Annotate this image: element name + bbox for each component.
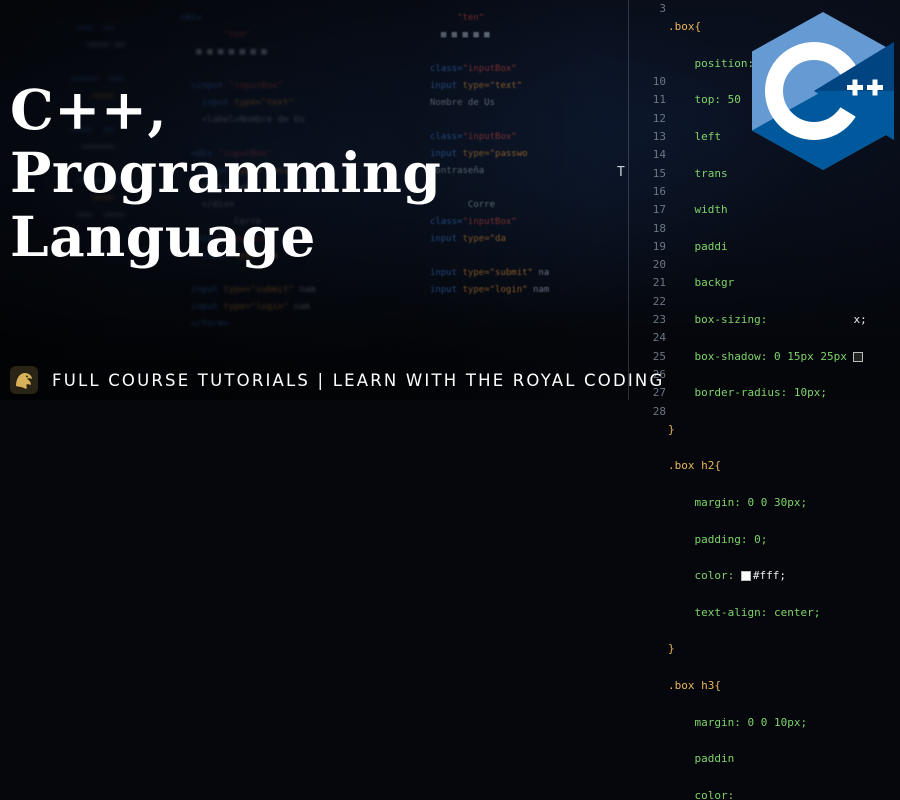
title-line-1: C++,	[10, 77, 168, 142]
code-line: .box{	[668, 20, 702, 34]
line-number: 25	[652, 349, 666, 363]
footer-tagline: FULL COURSE TUTORIALS | LEARN WITH THE R…	[52, 371, 665, 390]
line-number: 14	[652, 148, 666, 162]
code-line: trans	[694, 166, 728, 180]
cpp-logo-icon	[752, 12, 894, 170]
code-line: left	[694, 130, 722, 144]
line-number: 10	[652, 75, 666, 89]
cursor-letter: T	[617, 165, 625, 180]
code-line: box-sizing:	[694, 313, 768, 327]
code-line: padding: 0;	[694, 532, 768, 546]
code-line: .box h2{	[668, 459, 721, 473]
title-line-2: Programming	[10, 140, 442, 206]
line-number: 28	[652, 404, 666, 418]
line-number: 24	[652, 331, 666, 345]
line-number: 23	[652, 313, 666, 327]
page-title: C++, Programming Language	[10, 78, 441, 268]
line-number: 20	[652, 258, 666, 272]
line-number: 15	[652, 166, 666, 180]
line-number: 13	[652, 130, 666, 144]
line-number: 3	[659, 2, 666, 15]
line-numbers: 3 10 11 12 13 14 15 16 17 18 19 20 21 22…	[640, 0, 666, 421]
code-line: paddi	[694, 239, 728, 253]
line-number: 16	[652, 184, 666, 198]
line-number	[640, 18, 666, 36]
code-line: margin: 0 0 10px;	[694, 715, 808, 729]
lion-crest-icon	[10, 366, 38, 394]
line-number	[640, 37, 666, 55]
line-number: 19	[652, 239, 666, 253]
code-line: margin: 0 0 30px;	[694, 496, 808, 510]
line-number: 11	[652, 93, 666, 107]
color-swatch	[740, 571, 751, 582]
code-line: color:	[694, 569, 735, 583]
line-number	[640, 55, 666, 73]
code-line: color:	[694, 788, 735, 800]
code-line: backgr	[694, 276, 735, 290]
code-line: .box h3{	[668, 678, 721, 692]
line-number: 21	[652, 276, 666, 290]
code-line: box-shadow: 0 15px 25px	[694, 349, 847, 363]
title-line-3: Language	[10, 203, 316, 269]
code-line: border-radius: 10px;	[694, 386, 827, 400]
line-number: 17	[652, 203, 666, 217]
code-line: paddin	[694, 752, 735, 766]
line-number: 22	[652, 294, 666, 308]
code-line: text-align: center;	[694, 605, 821, 619]
code-line: width	[694, 203, 728, 217]
line-number: 18	[652, 221, 666, 235]
color-swatch	[853, 351, 864, 362]
editor-divider	[628, 0, 629, 400]
code-line: }	[668, 422, 675, 436]
code-line: }	[668, 642, 675, 656]
line-number: 12	[652, 111, 666, 125]
code-line: top: 50	[694, 93, 741, 107]
